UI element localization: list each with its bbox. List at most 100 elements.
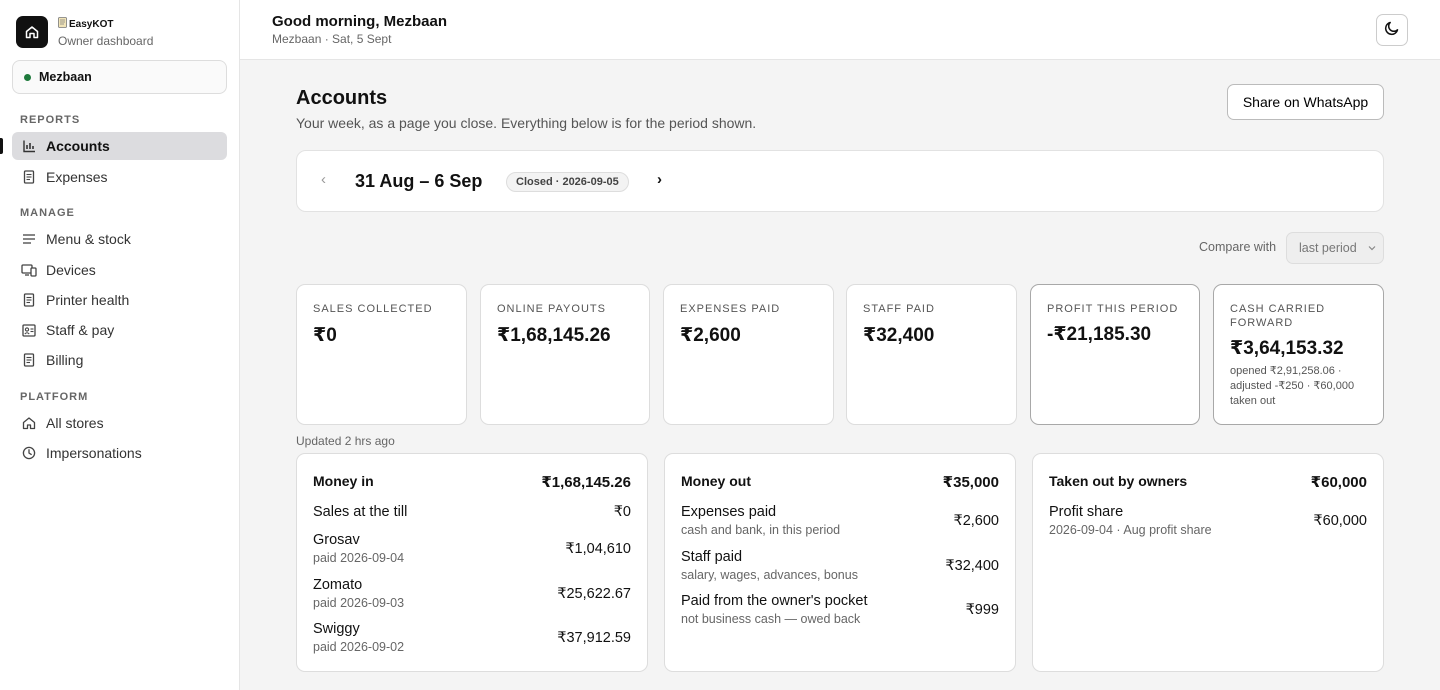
stat-value: ₹3,64,153.32 xyxy=(1230,338,1344,359)
stat-card-online-payouts: ONLINE PAYOUTS ₹1,68,145.26 xyxy=(480,284,650,425)
taken-out-panel: Taken out by owners ₹60,000 Profit share… xyxy=(1032,453,1384,672)
chevron-down-icon xyxy=(1367,242,1377,256)
receipt-emoji-icon xyxy=(58,17,67,31)
row-value: ₹2,600 xyxy=(953,512,999,529)
sidebar-item-label: Menu & stock xyxy=(46,231,131,247)
page-subtitle: Your week, as a page you close. Everythi… xyxy=(296,115,757,131)
sidebar: EasyKOT Owner dashboard Mezbaan REPORTS … xyxy=(0,0,240,690)
stat-card-staff-paid: STAFF PAID ₹32,400 xyxy=(846,284,1017,425)
compare-label: Compare with xyxy=(1199,240,1277,254)
stat-label: PROFIT THIS PERIOD xyxy=(1047,303,1179,315)
row-value: ₹37,912.59 xyxy=(557,629,631,646)
row-label: Swiggy xyxy=(313,621,360,637)
home-icon xyxy=(20,414,38,432)
stat-card-sales-collected: SALES COLLECTED ₹0 xyxy=(296,284,467,425)
stat-label: STAFF PAID xyxy=(863,303,935,315)
stat-label: ONLINE PAYOUTS xyxy=(497,303,606,315)
row-label: Zomato xyxy=(313,577,363,593)
row-value: ₹32,400 xyxy=(945,557,999,574)
sidebar-item-accounts[interactable]: Accounts xyxy=(12,132,227,160)
panel-title: Taken out by owners xyxy=(1049,473,1188,489)
compare-select-value: last period xyxy=(1299,241,1357,255)
panel-title: Money in xyxy=(313,473,374,489)
stat-card-expenses-paid: EXPENSES PAID ₹2,600 xyxy=(663,284,834,425)
panel-total: ₹60,000 xyxy=(1310,474,1367,491)
list-item: Staff paid salary, wages, advances, bonu… xyxy=(681,549,999,582)
greeting-subline: Mezbaan · Sat, 5 Sept xyxy=(272,32,392,46)
panel-total: ₹1,68,145.26 xyxy=(541,474,631,491)
greeting: Good morning, Mezbaan xyxy=(272,13,447,30)
top-header: Good morning, Mezbaan Mezbaan · Sat, 5 S… xyxy=(240,0,1440,60)
list-item: Paid from the owner's pocket not busines… xyxy=(681,593,999,626)
sidebar-item-label: Impersonations xyxy=(46,445,142,461)
stat-value: ₹0 xyxy=(313,325,337,346)
list-item: Profit share 2026-09-04 · Aug profit sha… xyxy=(1049,504,1367,537)
section-title-platform: PLATFORM xyxy=(20,391,89,403)
sidebar-item-label: Billing xyxy=(46,352,84,368)
store-name: Mezbaan xyxy=(39,70,92,84)
row-value: ₹60,000 xyxy=(1313,512,1367,529)
panel-total: ₹35,000 xyxy=(942,474,999,491)
money-out-panel: Money out ₹35,000 Expenses paid cash and… xyxy=(664,453,1016,672)
period-navigator: ‹ 31 Aug – 6 Sep Closed · 2026-09-05 › xyxy=(296,150,1384,212)
home-logo-icon xyxy=(16,16,48,48)
devices-icon xyxy=(20,261,38,279)
list-item: Expenses paid cash and bank, in this per… xyxy=(681,504,999,537)
sidebar-item-devices[interactable]: Devices xyxy=(12,256,227,284)
stat-note: opened ₹2,91,258.06 · adjusted -₹250 · ₹… xyxy=(1230,365,1355,407)
sidebar-item-menu-stock[interactable]: Menu & stock xyxy=(12,225,227,253)
row-sublabel: paid 2026-09-04 xyxy=(313,551,405,565)
id-card-icon xyxy=(20,321,38,339)
row-sublabel: salary, wages, advances, bonus xyxy=(681,568,858,582)
stat-label: EXPENSES PAID xyxy=(680,303,781,315)
moon-icon xyxy=(1383,19,1401,42)
list-item: Grosav paid 2026-09-04 ₹1,04,610 xyxy=(313,532,631,565)
sidebar-item-printer-health[interactable]: Printer health xyxy=(12,286,227,314)
row-sublabel: paid 2026-09-03 xyxy=(313,596,405,610)
row-sublabel: paid 2026-09-02 xyxy=(313,640,405,654)
stat-card-profit: PROFIT THIS PERIOD -₹21,185.30 xyxy=(1030,284,1200,425)
page-title: Accounts xyxy=(296,87,388,109)
row-sublabel: cash and bank, in this period xyxy=(681,523,841,537)
sidebar-item-staff-pay[interactable]: Staff & pay xyxy=(12,316,227,344)
sidebar-item-label: Accounts xyxy=(46,138,110,154)
row-value: ₹25,622.67 xyxy=(557,585,631,602)
row-value: ₹999 xyxy=(965,601,999,618)
sidebar-item-billing[interactable]: Billing xyxy=(12,346,227,374)
stat-value: -₹21,185.30 xyxy=(1047,324,1152,345)
share-whatsapp-button[interactable]: Share on WhatsApp xyxy=(1227,84,1384,120)
prev-period-button[interactable]: ‹ xyxy=(321,171,326,188)
bar-chart-icon xyxy=(20,137,38,155)
store-selector[interactable]: Mezbaan xyxy=(12,60,227,94)
list-item: Zomato paid 2026-09-03 ₹25,622.67 xyxy=(313,577,631,610)
row-label: Sales at the till xyxy=(313,504,408,520)
sidebar-item-label: Devices xyxy=(46,262,96,278)
row-value: ₹1,04,610 xyxy=(565,540,631,557)
sidebar-item-label: Expenses xyxy=(46,169,108,185)
brand[interactable]: EasyKOT Owner dashboard xyxy=(16,16,153,48)
row-value: ₹0 xyxy=(613,504,631,520)
row-label: Grosav xyxy=(313,532,360,548)
stat-value: ₹1,68,145.26 xyxy=(497,325,611,346)
theme-toggle-button[interactable] xyxy=(1376,14,1408,46)
row-sublabel: 2026-09-04 · Aug profit share xyxy=(1049,523,1212,537)
compare-select[interactable]: last period xyxy=(1286,232,1384,264)
next-period-button[interactable]: › xyxy=(657,171,662,188)
store-status-dot xyxy=(24,73,31,81)
stat-label: SALES COLLECTED xyxy=(313,303,433,315)
section-title-reports: REPORTS xyxy=(20,114,81,126)
sidebar-item-label: All stores xyxy=(46,415,104,431)
list-item: Swiggy paid 2026-09-02 ₹37,912.59 xyxy=(313,621,631,654)
period-range: 31 Aug – 6 Sep xyxy=(355,171,483,191)
sidebar-item-label: Staff & pay xyxy=(46,322,115,338)
list-item: Sales at the till ₹0 xyxy=(313,504,631,520)
row-sublabel: not business cash — owed back xyxy=(681,612,861,626)
updated-timestamp: Updated 2 hrs ago xyxy=(296,434,395,448)
row-label: Profit share xyxy=(1049,504,1124,520)
money-in-panel: Money in ₹1,68,145.26 Sales at the till … xyxy=(296,453,648,672)
sidebar-item-expenses[interactable]: Expenses xyxy=(12,163,227,191)
app-name: EasyKOT xyxy=(69,18,114,30)
stat-value: ₹2,600 xyxy=(680,325,741,346)
sidebar-item-all-stores[interactable]: All stores xyxy=(12,409,227,437)
sidebar-item-impersonations[interactable]: Impersonations xyxy=(12,439,227,467)
